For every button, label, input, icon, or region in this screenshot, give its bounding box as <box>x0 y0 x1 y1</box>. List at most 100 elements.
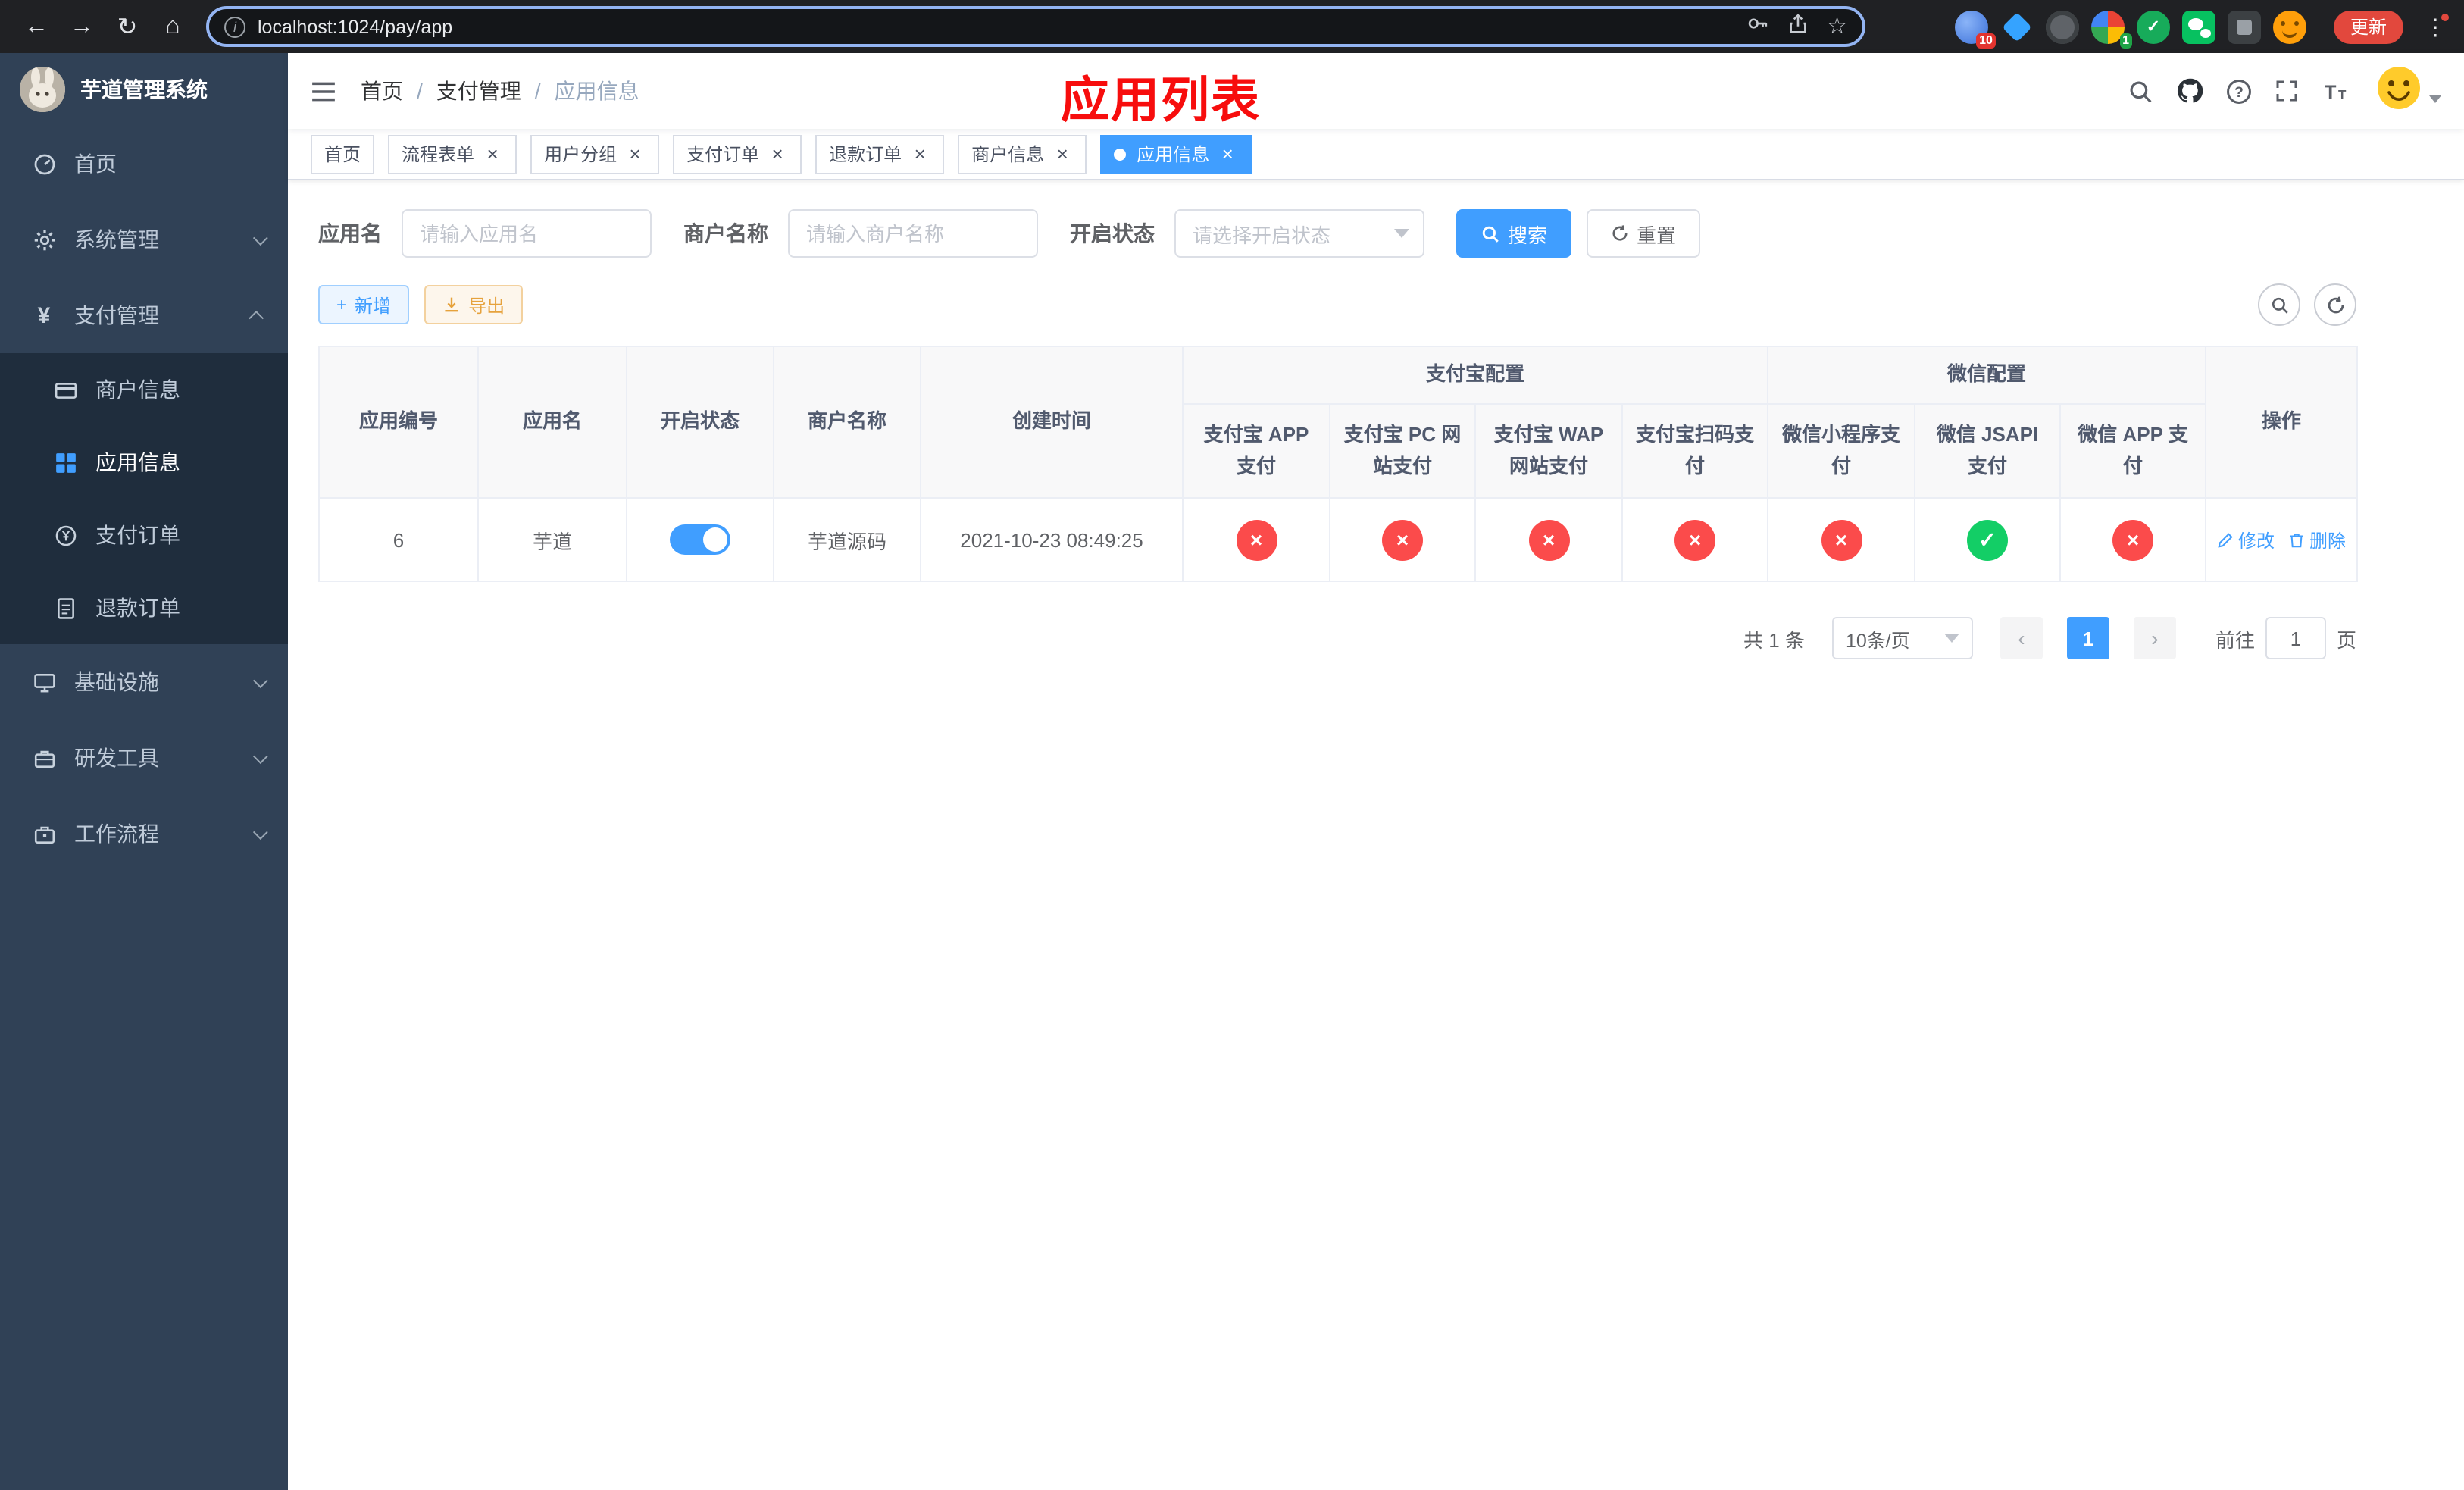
chevron-down-icon <box>252 230 268 246</box>
sidebar-item-refund-orders[interactable]: 退款订单 <box>0 571 288 644</box>
font-size-icon[interactable]: TT <box>2322 78 2347 104</box>
address-bar[interactable]: i localhost:1024/pay/app ☆ <box>206 6 1865 47</box>
breadcrumb-separator: / <box>417 79 423 103</box>
delete-link[interactable]: 删除 <box>2288 527 2346 552</box>
reset-button[interactable]: 重置 <box>1587 209 1701 258</box>
merchant-name-label: 商户名称 <box>683 221 768 246</box>
col-app-id: 应用编号 <box>318 346 479 499</box>
sidebar-item-infrastructure[interactable]: 基础设施 <box>0 644 288 720</box>
password-key-icon[interactable] <box>1745 11 1768 42</box>
sidebar-item-app-info[interactable]: 应用信息 <box>0 426 288 499</box>
enabled-toggle[interactable] <box>670 524 730 555</box>
sidebar-item-payment-orders[interactable]: 支付订单 <box>0 499 288 571</box>
extension-icon[interactable] <box>2136 10 2170 43</box>
goto-page-input[interactable] <box>2265 617 2326 659</box>
close-icon[interactable]: × <box>1217 143 1238 164</box>
tab-home[interactable]: 首页 <box>311 134 375 174</box>
breadcrumb-payment[interactable]: 支付管理 <box>436 76 521 106</box>
sidebar-item-home[interactable]: 首页 <box>0 126 288 202</box>
hamburger-icon[interactable] <box>311 80 336 102</box>
chrome-update-button[interactable]: 更新 <box>2333 10 2403 43</box>
sidebar-item-workflow[interactable]: 工作流程 <box>0 796 288 872</box>
home-icon[interactable]: ⌂ <box>152 5 194 48</box>
col-alipay-pc: 支付宝 PC 网站支付 <box>1329 403 1476 499</box>
help-icon[interactable]: ? <box>2226 78 2252 104</box>
extension-icon[interactable] <box>2000 10 2034 43</box>
fullscreen-icon[interactable] <box>2275 79 2299 103</box>
dashboard-icon <box>30 152 58 175</box>
add-button[interactable]: + 新增 <box>318 285 410 324</box>
chevron-down-icon <box>1394 229 1409 238</box>
order-icon <box>52 524 79 546</box>
col-app-name: 应用名 <box>477 346 627 499</box>
back-icon[interactable]: ← <box>15 5 58 48</box>
close-icon[interactable]: × <box>1052 143 1073 164</box>
screen: ← → ↻ ⌂ i localhost:1024/pay/app ☆ 10 1 … <box>0 0 2464 1490</box>
sidebar-item-dev-tools[interactable]: 研发工具 <box>0 720 288 796</box>
github-icon[interactable] <box>2176 77 2203 105</box>
col-group-alipay: 支付宝配置 <box>1181 346 1769 405</box>
user-avatar <box>2376 64 2422 117</box>
search-button[interactable]: 搜索 <box>1456 209 1572 258</box>
user-menu[interactable] <box>2376 64 2441 117</box>
extension-icon[interactable]: 10 <box>1954 10 1996 48</box>
page-size-select[interactable]: 10条/页 <box>1831 617 1973 659</box>
header-search-icon[interactable] <box>2128 78 2153 104</box>
close-icon[interactable]: × <box>624 143 646 164</box>
close-icon[interactable]: × <box>909 143 930 164</box>
app-frame: 芋道管理系统 首页 系统管理 ¥ 支付管理 商户信息 应用信息 支付订单 退款订… <box>0 53 2464 1490</box>
close-icon[interactable]: × <box>482 143 503 164</box>
app-logo[interactable]: 芋道管理系统 <box>0 53 288 126</box>
refresh-icon[interactable] <box>2314 283 2356 326</box>
tab-app-info[interactable]: 应用信息 × <box>1100 134 1252 174</box>
forward-icon[interactable]: → <box>61 5 103 48</box>
export-button[interactable]: 导出 <box>424 285 524 324</box>
col-enabled: 开启状态 <box>626 346 774 499</box>
sidebar-item-merchant-info[interactable]: 商户信息 <box>0 353 288 426</box>
extension-icon[interactable]: 1 <box>2090 10 2132 48</box>
merchant-name-input[interactable] <box>788 209 1038 258</box>
page-1-button[interactable]: 1 <box>2066 617 2109 659</box>
bookmark-star-icon[interactable]: ☆ <box>1827 15 1847 38</box>
tab-refund-order[interactable]: 退款订单 × <box>815 134 945 174</box>
next-page-button[interactable]: › <box>2133 617 2176 659</box>
chevron-up-icon <box>249 309 264 325</box>
status-select[interactable]: 请选择开启状态 <box>1174 209 1424 258</box>
share-icon[interactable] <box>1786 11 1809 42</box>
tab-payment-order[interactable]: 支付订单 × <box>673 134 802 174</box>
credit-card-icon <box>52 378 79 401</box>
prev-page-button[interactable]: ‹ <box>2000 617 2043 659</box>
breadcrumb-home[interactable]: 首页 <box>361 76 403 106</box>
chevron-down-icon <box>252 748 268 764</box>
col-alipay-app: 支付宝 APP 支付 <box>1182 403 1330 499</box>
emoji-extension-icon[interactable] <box>2272 10 2306 43</box>
breadcrumb-current: 应用信息 <box>554 79 639 103</box>
extension-icon[interactable] <box>2045 10 2079 43</box>
site-info-icon[interactable]: i <box>224 16 245 37</box>
col-group-wechat: 微信配置 <box>1767 346 2207 405</box>
apps-table: 应用编号 应用名 开启状态 商户名称 创建时间 支付宝配置 微信配置 操作 支付… <box>318 346 2359 582</box>
chevron-down-icon <box>1943 634 1959 643</box>
alipay-pc-status: × <box>1382 519 1423 560</box>
page-content: 应用名 商户名称 开启状态 请选择开启状态 <box>288 180 2464 1490</box>
extension-icon[interactable] <box>2227 10 2261 43</box>
sidebar-item-system[interactable]: 系统管理 <box>0 202 288 277</box>
sidebar-item-payment[interactable]: ¥ 支付管理 <box>0 277 288 353</box>
breadcrumb-separator: / <box>534 79 541 103</box>
tab-process-form[interactable]: 流程表单 × <box>388 134 518 174</box>
tab-user-group[interactable]: 用户分组 × <box>530 134 660 174</box>
col-alipay-qr: 支付宝扫码支付 <box>1621 403 1769 499</box>
close-icon[interactable]: × <box>767 143 788 164</box>
alipay-wap-status: × <box>1528 519 1569 560</box>
edit-link[interactable]: 修改 <box>2217 527 2275 552</box>
wechat-mini-status: × <box>1821 519 1862 560</box>
app-name-input[interactable] <box>402 209 652 258</box>
url-text[interactable]: localhost:1024/pay/app <box>258 16 1733 37</box>
reload-icon[interactable]: ↻ <box>106 5 149 48</box>
extension-badge: 1 <box>2119 33 2132 48</box>
navbar-actions: ? TT <box>2128 64 2441 117</box>
tab-merchant-info[interactable]: 商户信息 × <box>958 134 1087 174</box>
toggle-search-icon[interactable] <box>2258 283 2300 326</box>
browser-menu-icon[interactable]: ⋮ <box>2422 13 2449 40</box>
wechat-extension-icon[interactable] <box>2181 10 2215 43</box>
